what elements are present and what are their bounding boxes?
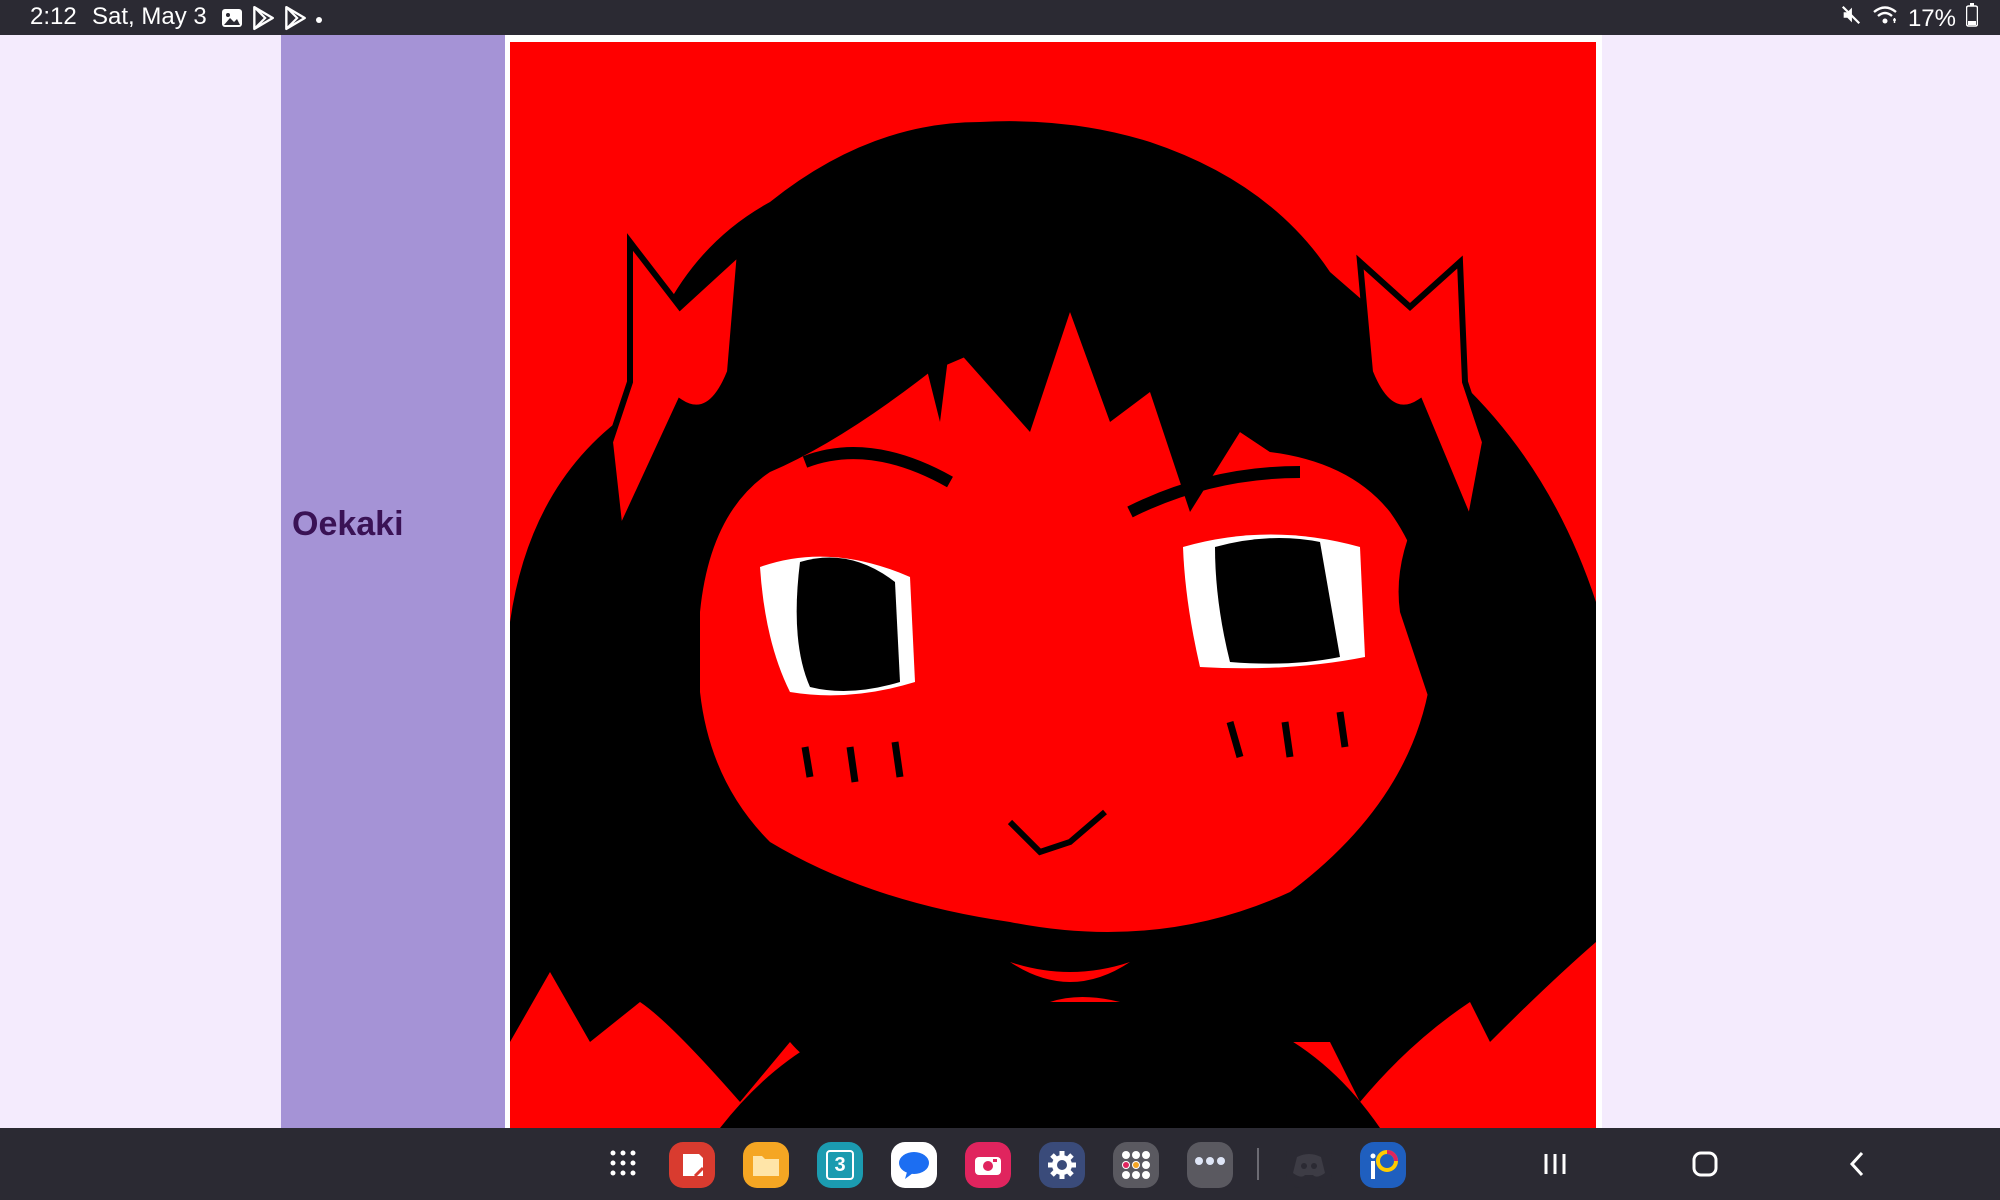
sidebar: Oekaki (281, 35, 505, 1128)
status-bar: 2:12 Sat, May 3 17% (0, 0, 2000, 35)
settings-app-icon[interactable] (1039, 1142, 1085, 1188)
calendar-day: 3 (826, 1150, 854, 1180)
oekaki-drawing (510, 42, 1596, 1128)
messages-app-icon[interactable] (891, 1142, 937, 1188)
camera-app-icon[interactable] (965, 1142, 1011, 1188)
system-tray: 17% (1840, 3, 1979, 34)
play-store-icon (250, 5, 276, 36)
status-date: Sat, May 3 (92, 3, 207, 30)
dot-icon (314, 12, 324, 30)
mute-icon (1840, 4, 1862, 33)
discord-app-icon[interactable] (1286, 1142, 1332, 1188)
taskbar: 3 (0, 1128, 2000, 1200)
play-store-icon (282, 5, 308, 36)
files-app-icon[interactable] (743, 1142, 789, 1188)
drawing-frame (505, 35, 1602, 1128)
ibispaint-app-icon[interactable] (1360, 1142, 1406, 1188)
app-folder-icon[interactable] (1113, 1142, 1159, 1188)
dock-divider (1257, 1148, 1259, 1180)
gallery-icon (220, 6, 244, 35)
calendar-app-icon[interactable]: 3 (817, 1142, 863, 1188)
wifi-icon (1872, 4, 1898, 33)
battery-percent: 17% (1907, 4, 1956, 32)
battery-icon (1965, 3, 1979, 34)
site-title[interactable]: Oekaki (292, 505, 404, 544)
app-drawer-icon[interactable] (608, 1148, 638, 1178)
game-folder-icon[interactable] (1187, 1142, 1233, 1188)
recents-button[interactable] (1527, 1142, 1583, 1186)
notes-app-icon[interactable] (669, 1142, 715, 1188)
status-time: 2:12 (30, 3, 77, 30)
home-button[interactable] (1677, 1142, 1733, 1186)
back-button[interactable] (1829, 1142, 1885, 1186)
notification-icons (220, 5, 324, 36)
